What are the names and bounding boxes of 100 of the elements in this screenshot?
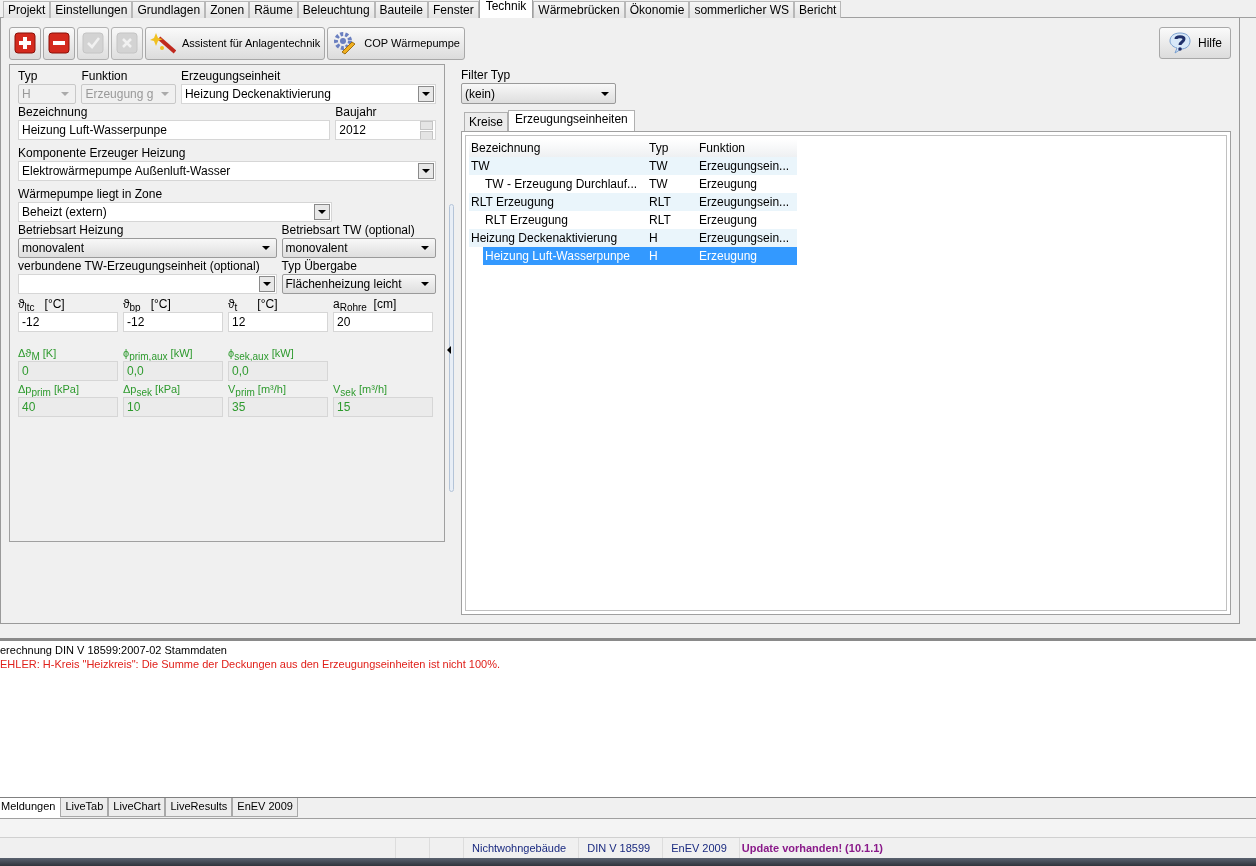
help-button[interactable]: Hilfe (1159, 27, 1231, 59)
toolbar-button[interactable]: COP Wärmepumpe (327, 26, 465, 60)
tab[interactable]: Beleuchtung (297, 1, 375, 18)
tab[interactable]: Bericht (794, 1, 842, 18)
dropdown-field[interactable]: monovalent (281, 238, 436, 258)
dropdown-field[interactable]: Elektrowärmepumpe Außenluft-Wasser (18, 161, 436, 181)
table-cell-text: RLT Erzeugung (470, 195, 555, 209)
text-field[interactable]: -12 (123, 312, 223, 332)
caret-icon (61, 92, 70, 96)
caret-icon (262, 282, 271, 286)
caret-icon (421, 282, 429, 286)
tree-row[interactable]: RLT Erzeugung RLT Erzeugungsein... (469, 193, 797, 211)
column-header[interactable]: Bezeichnung (469, 141, 647, 155)
table-cell-text: Erzeugung (698, 213, 759, 227)
toolbar-button[interactable]: Assistent für Anlagentechnik (145, 26, 326, 60)
table-cell-text: Erzeugung (698, 249, 759, 263)
table-cell-text: RLT (648, 195, 672, 209)
spin-field[interactable]: 2012 (335, 120, 436, 140)
plus-icon (14, 32, 36, 54)
dropdown-field[interactable]: (kein) (461, 83, 616, 104)
tab[interactable]: LiveTab (60, 798, 109, 817)
collapse-arrow-icon[interactable] (447, 346, 451, 354)
text-field[interactable]: Heizung Luft-Wasserpunpe (18, 120, 331, 140)
tab[interactable]: Technik (478, 0, 534, 18)
field-label: Erzeugungseinheit (180, 69, 282, 84)
caret-icon (261, 246, 270, 250)
field-label: ϑ$_{ltc}$ [°C] (18, 297, 66, 312)
text-field[interactable]: 20 (333, 312, 433, 332)
column-header[interactable]: Funktion (697, 141, 797, 155)
table-cell-text: Heizung Deckenaktivierung (470, 231, 619, 245)
tab[interactable]: Projekt (3, 1, 51, 18)
tab[interactable]: sommerlicher WS (689, 1, 795, 18)
tab[interactable]: Fenster (427, 1, 479, 18)
tab[interactable]: Wärmebrücken (533, 1, 625, 18)
table-cell-text: RLT Erzeugung (484, 213, 569, 227)
tab[interactable]: Einstellungen (50, 1, 133, 18)
field-label: verbundene TW-Erzeugungseinheit (optional) (18, 259, 261, 274)
field-label: Betriebsart Heizung (18, 223, 125, 238)
text-field[interactable]: 12 (228, 312, 328, 332)
dropdown-field[interactable]: Beheizt (extern) (18, 202, 332, 222)
tab[interactable]: Kreise (464, 112, 508, 131)
tree-row[interactable]: TW TW Erzeugungsein... (469, 157, 797, 175)
tab[interactable]: Ökonomie (624, 1, 690, 18)
table-cell-text: Erzeugungsein... (698, 159, 791, 173)
table-cell-text: H (648, 231, 659, 245)
table-cell-text: RLT (648, 213, 672, 227)
tab[interactable]: Grundlagen (132, 1, 206, 18)
field-label: ϑ$_{t}$ [°C] (228, 297, 279, 312)
tab[interactable]: Erzeugungseinheiten (508, 110, 635, 131)
field-label: a$_{Rohre}$ [cm] (333, 297, 398, 312)
minus-icon (48, 32, 70, 54)
text-field[interactable]: -12 (18, 312, 118, 332)
tab[interactable]: Meldungen (0, 798, 61, 820)
tab[interactable]: Bauteile (374, 1, 428, 18)
field-label: Wärmepumpe liegt in Zone (18, 187, 164, 202)
field-label: Typ Übergabe (281, 259, 358, 274)
spinner-arrows-icon (420, 121, 433, 139)
field-label: Baujahr (335, 105, 378, 120)
table-cell-text: TW (470, 159, 491, 173)
caret-icon (601, 91, 609, 96)
table-cell-text: TW - Erzeugung Durchlauf... (484, 177, 639, 191)
dropdown-field[interactable]: monovalent (18, 238, 277, 258)
message-line: EHLER: H-Kreis "Heizkreis": Die Summe der Deckungen aus den Erzeugungseinheiten ist nicht 100%. (0, 657, 501, 672)
caret-icon (318, 210, 326, 214)
field-label: Komponente Erzeuger Heizung (18, 146, 187, 161)
table-cell-text: Erzeugungsein... (698, 231, 791, 245)
dropdown-field[interactable]: Heizung Deckenaktivierung (180, 84, 436, 104)
tree-row[interactable]: RLT Erzeugung RLT Erzeugung (469, 211, 797, 229)
caret-icon (422, 92, 430, 96)
icon-button[interactable] (43, 26, 75, 60)
tab[interactable]: LiveChart (108, 798, 166, 817)
caret-icon (421, 246, 429, 250)
cross-icon (116, 32, 138, 54)
caret-icon (160, 92, 169, 96)
dropdown-field[interactable] (18, 274, 277, 294)
table-cell-text: TW (648, 177, 669, 191)
tab[interactable]: LiveResults (165, 798, 233, 817)
tab[interactable]: EnEV 2009 (232, 798, 298, 817)
dropdown-field[interactable]: Flächenheizung leicht (281, 274, 436, 294)
tab[interactable]: Räume (249, 1, 298, 18)
message-line: erechnung DIN V 18599:2007-02 Stammdaten (0, 643, 228, 658)
column-header[interactable]: Typ (647, 141, 697, 155)
field-label: Typ (18, 69, 39, 84)
caret-icon (422, 169, 430, 173)
table-cell-text: Erzeugung (698, 177, 759, 191)
check-icon (82, 32, 104, 54)
tree-row[interactable]: Heizung Deckenaktivierung H Erzeugungsein... (469, 229, 797, 247)
tree-row[interactable]: TW - Erzeugung Durchlauf... TW Erzeugung (469, 175, 797, 193)
table-cell-text: Erzeugungsein... (698, 195, 791, 209)
help-icon (1168, 31, 1192, 55)
table-cell-text: TW (648, 159, 669, 173)
field-label: Filter Typ (461, 68, 512, 83)
field-label: Betriebsart TW (optional) (281, 223, 416, 238)
tab[interactable]: Zonen (205, 1, 250, 18)
table-cell-text: Heizung Luft-Wasserpunpe (484, 249, 631, 263)
field-label: Bezeichnung (18, 105, 89, 120)
field-label: ϑ$_{bp}$ [°C] (123, 297, 172, 312)
table-cell-text: H (648, 249, 659, 263)
field-label: Funktion (81, 69, 129, 84)
icon-button[interactable] (9, 26, 41, 60)
